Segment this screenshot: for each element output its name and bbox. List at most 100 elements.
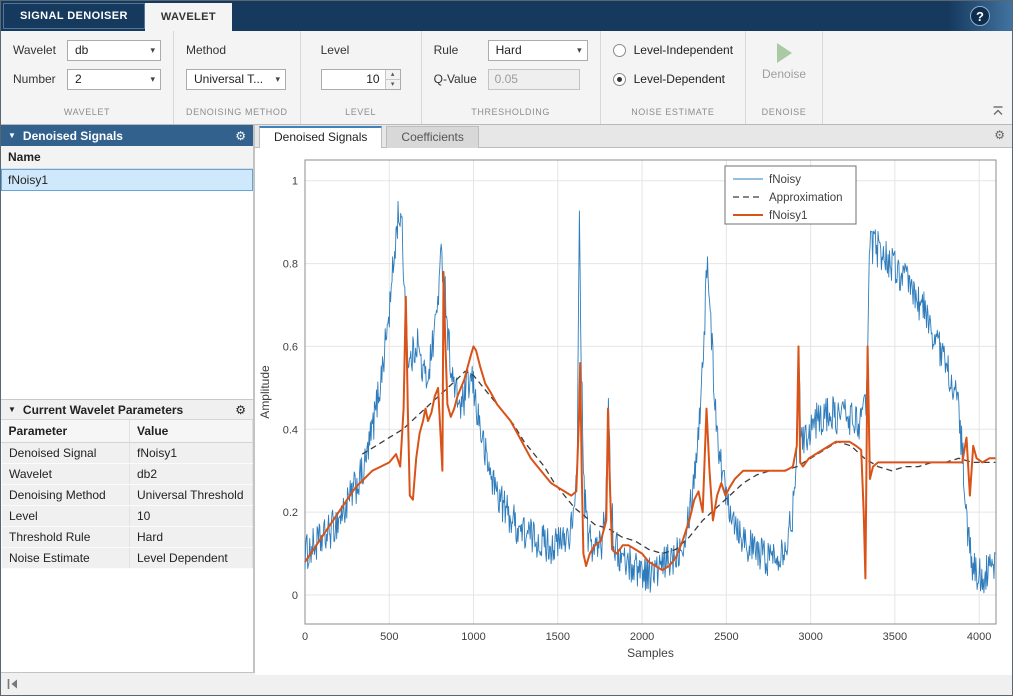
denoise-button[interactable]: Denoise xyxy=(758,39,810,81)
svg-text:0: 0 xyxy=(292,590,298,602)
level-spinner[interactable]: 10 ▴ ▾ xyxy=(321,69,401,90)
svg-text:4000: 4000 xyxy=(967,631,991,643)
doc-tab-denoised-signals[interactable]: Denoised Signals xyxy=(259,126,382,148)
radio-level-dependent[interactable]: Level-Dependent xyxy=(613,68,733,90)
gear-icon[interactable]: ⚙ xyxy=(235,403,246,417)
method-label: Method xyxy=(186,43,226,57)
param-name-cell: Threshold Rule xyxy=(2,527,130,548)
svg-text:fNoisy1: fNoisy1 xyxy=(769,210,807,222)
chevron-down-icon: ▾ xyxy=(577,45,582,56)
spin-up-icon[interactable]: ▴ xyxy=(386,70,400,79)
ribbon-section-label-noise-estimate: NOISE ESTIMATE xyxy=(613,103,733,122)
param-value-cell: Level Dependent xyxy=(130,548,253,569)
ribbon-section-noise-estimate: Level-Independent Level-Dependent NOISE … xyxy=(601,31,746,124)
radio-level-independent[interactable]: Level-Independent xyxy=(613,39,733,61)
content-area: ▼ Denoised Signals ⚙ Name fNoisy1 ▼ Curr… xyxy=(1,125,1012,672)
wavelet-parameters-panel-header[interactable]: ▼ Current Wavelet Parameters ⚙ xyxy=(1,399,253,420)
ribbon-section-denoising-method: Method Universal T... ▾ DENOISING METHOD xyxy=(174,31,301,124)
param-name-cell: Denoised Signal xyxy=(2,443,130,464)
method-dropdown[interactable]: Universal T... ▾ xyxy=(186,69,286,90)
gear-icon[interactable]: ⚙ xyxy=(994,128,1005,142)
param-name-cell: Noise Estimate xyxy=(2,548,130,569)
spin-down-icon[interactable]: ▾ xyxy=(386,79,400,89)
radio-level-dependent-label: Level-Dependent xyxy=(634,72,725,86)
signal-list-item-fnoisy1[interactable]: fNoisy1 xyxy=(1,169,253,191)
svg-text:Approximation: Approximation xyxy=(769,192,843,204)
column-header-value: Value xyxy=(130,420,253,443)
ribbon-section-label-thresholding: THRESHOLDING xyxy=(434,103,588,122)
denoise-button-label: Denoise xyxy=(762,67,806,81)
collapse-triangle-icon[interactable]: ▼ xyxy=(8,131,16,140)
svg-text:0.4: 0.4 xyxy=(283,424,298,436)
tab-wavelet[interactable]: WAVELET xyxy=(145,3,232,31)
signals-column-header-label: Name xyxy=(8,150,41,164)
level-label: Level xyxy=(321,43,350,57)
ribbon-section-thresholding: Rule Hard ▾ Q-Value 0.05 THRESHOLDING xyxy=(422,31,601,124)
ribbon-section-wavelet: Wavelet db ▾ Number 2 ▾ WAVELET xyxy=(1,31,174,124)
svg-text:0: 0 xyxy=(302,631,308,643)
radio-icon[interactable] xyxy=(613,44,626,57)
number-label: Number xyxy=(13,72,59,86)
svg-text:2000: 2000 xyxy=(630,631,654,643)
signals-empty-area xyxy=(1,191,253,399)
param-value-cell: Universal Threshold xyxy=(130,485,253,506)
param-value-cell: db2 xyxy=(130,464,253,485)
document-tabbar: Denoised Signals Coefficients ⚙ xyxy=(255,125,1012,148)
radio-icon[interactable] xyxy=(613,73,626,86)
rule-dropdown-value: Hard xyxy=(496,43,522,57)
doc-tab-coefficients[interactable]: Coefficients xyxy=(386,126,478,148)
ribbon-section-label-wavelet: WAVELET xyxy=(13,103,161,122)
ribbon-section-label-denoise: DENOISE xyxy=(758,103,810,122)
statusbar xyxy=(1,672,1012,695)
svg-text:1500: 1500 xyxy=(546,631,570,643)
ribbon-section-level: Level 10 ▴ ▾ LEVEL xyxy=(301,31,422,124)
denoised-signals-panel-header[interactable]: ▼ Denoised Signals ⚙ xyxy=(1,125,253,146)
collapse-left-panel-icon[interactable] xyxy=(6,678,19,690)
radio-level-independent-label: Level-Independent xyxy=(634,43,733,57)
method-dropdown-value: Universal T... xyxy=(194,72,263,86)
svg-text:fNoisy: fNoisy xyxy=(769,174,801,186)
svg-text:2500: 2500 xyxy=(714,631,738,643)
param-value-cell: fNoisy1 xyxy=(130,443,253,464)
parameters-empty-area xyxy=(1,569,253,672)
svg-text:3000: 3000 xyxy=(798,631,822,643)
plot-canvas[interactable]: 0500100015002000250030003500400000.20.40… xyxy=(255,148,1012,675)
table-row: Waveletdb2 xyxy=(2,464,253,485)
svg-text:Amplitude: Amplitude xyxy=(258,365,272,419)
rule-label: Rule xyxy=(434,43,480,57)
table-row: Threshold RuleHard xyxy=(2,527,253,548)
collapse-ribbon-icon[interactable] xyxy=(992,105,1004,119)
ribbon-section-label-level: LEVEL xyxy=(321,103,401,122)
play-icon xyxy=(777,43,792,63)
collapse-triangle-icon[interactable]: ▼ xyxy=(8,405,16,414)
level-spinner-value: 10 xyxy=(322,70,385,89)
svg-text:0.8: 0.8 xyxy=(283,259,298,271)
param-name-cell: Wavelet xyxy=(2,464,130,485)
param-name-cell: Denoising Method xyxy=(2,485,130,506)
gear-icon[interactable]: ⚙ xyxy=(235,129,246,143)
svg-text:3500: 3500 xyxy=(883,631,907,643)
svg-text:0.6: 0.6 xyxy=(283,341,298,353)
rule-dropdown[interactable]: Hard ▾ xyxy=(488,40,588,61)
parameters-table: Parameter Value Denoised SignalfNoisy1 W… xyxy=(1,420,253,569)
wavelet-parameters-panel: ▼ Current Wavelet Parameters ⚙ Parameter… xyxy=(1,399,253,672)
wavelet-parameters-panel-title: Current Wavelet Parameters xyxy=(23,403,183,417)
tab-signal-denoiser[interactable]: SIGNAL DENOISER xyxy=(3,3,145,29)
number-dropdown[interactable]: 2 ▾ xyxy=(67,69,161,90)
svg-text:0.2: 0.2 xyxy=(283,507,298,519)
column-header-parameter: Parameter xyxy=(2,420,130,443)
ribbon-section-denoise: Denoise DENOISE xyxy=(746,31,823,124)
help-band: ? xyxy=(948,1,1012,31)
number-dropdown-value: 2 xyxy=(75,72,82,86)
help-icon[interactable]: ? xyxy=(970,6,990,26)
qvalue-label: Q-Value xyxy=(434,72,480,86)
denoised-signals-panel: ▼ Denoised Signals ⚙ Name fNoisy1 xyxy=(1,125,253,399)
main-panel: Denoised Signals Coefficients ⚙ 05001000… xyxy=(255,125,1012,672)
wavelet-label: Wavelet xyxy=(13,43,59,57)
svg-text:Samples: Samples xyxy=(627,646,674,660)
signals-column-header: Name xyxy=(1,146,253,169)
wavelet-dropdown[interactable]: db ▾ xyxy=(67,40,161,61)
chevron-down-icon: ▾ xyxy=(150,74,155,85)
signal-name-label: fNoisy1 xyxy=(8,173,48,187)
signal-plot[interactable]: 0500100015002000250030003500400000.20.40… xyxy=(255,148,1012,672)
